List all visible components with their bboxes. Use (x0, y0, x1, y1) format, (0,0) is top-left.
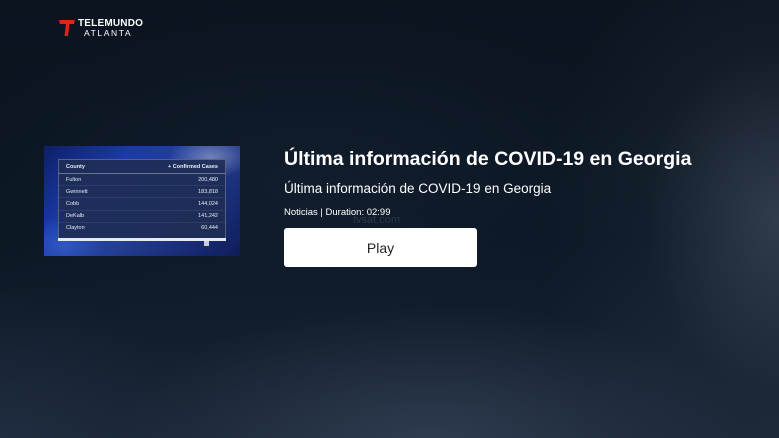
table-row: Fulton 200,480 (59, 174, 225, 187)
county-cell: Gwinnett (66, 188, 88, 195)
thumbnail-header-cases: + Confirmed Cases (168, 164, 218, 170)
county-cell: DeKalb (66, 213, 85, 220)
thumbnail-bar-marker (204, 241, 209, 246)
video-thumbnail[interactable]: County + Confirmed Cases Fulton 200,480 … (44, 146, 240, 256)
thumbnail-table-header: County + Confirmed Cases (59, 160, 225, 174)
thumbnail-header-county: County (66, 164, 85, 170)
thumbnail-lower-bar (58, 238, 226, 241)
county-cell: Fulton (66, 176, 82, 183)
table-row: DeKalb 141,242 (59, 211, 225, 223)
telemundo-atlanta-logo: TELEMUNDO ATLANTA (58, 18, 143, 38)
cases-cell: 60,444 (201, 225, 218, 232)
watermark-text: tvsat.com (353, 214, 401, 226)
cases-cell: 141,242 (198, 213, 218, 220)
cases-cell: 200,480 (198, 176, 218, 183)
table-row: Cobb 144,024 (59, 198, 225, 211)
table-row: Clayton 60,444 (59, 223, 225, 234)
play-button[interactable]: Play (284, 228, 477, 267)
county-cell: Clayton (66, 225, 85, 232)
telemundo-t-icon (59, 20, 75, 36)
logo-line-atlanta: ATLANTA (84, 27, 133, 38)
county-cell: Cobb (66, 200, 80, 207)
thumbnail-cases-table: County + Confirmed Cases Fulton 200,480 … (58, 159, 226, 239)
video-description: Última información de COVID-19 en Georgi… (284, 181, 552, 196)
cases-cell: 183,818 (198, 188, 218, 195)
video-title: Última información de COVID-19 en Georgi… (284, 148, 692, 170)
table-row: Gwinnett 183,818 (59, 186, 225, 199)
logo-text: TELEMUNDO ATLANTA (78, 18, 143, 38)
cases-cell: 144,024 (198, 200, 218, 207)
